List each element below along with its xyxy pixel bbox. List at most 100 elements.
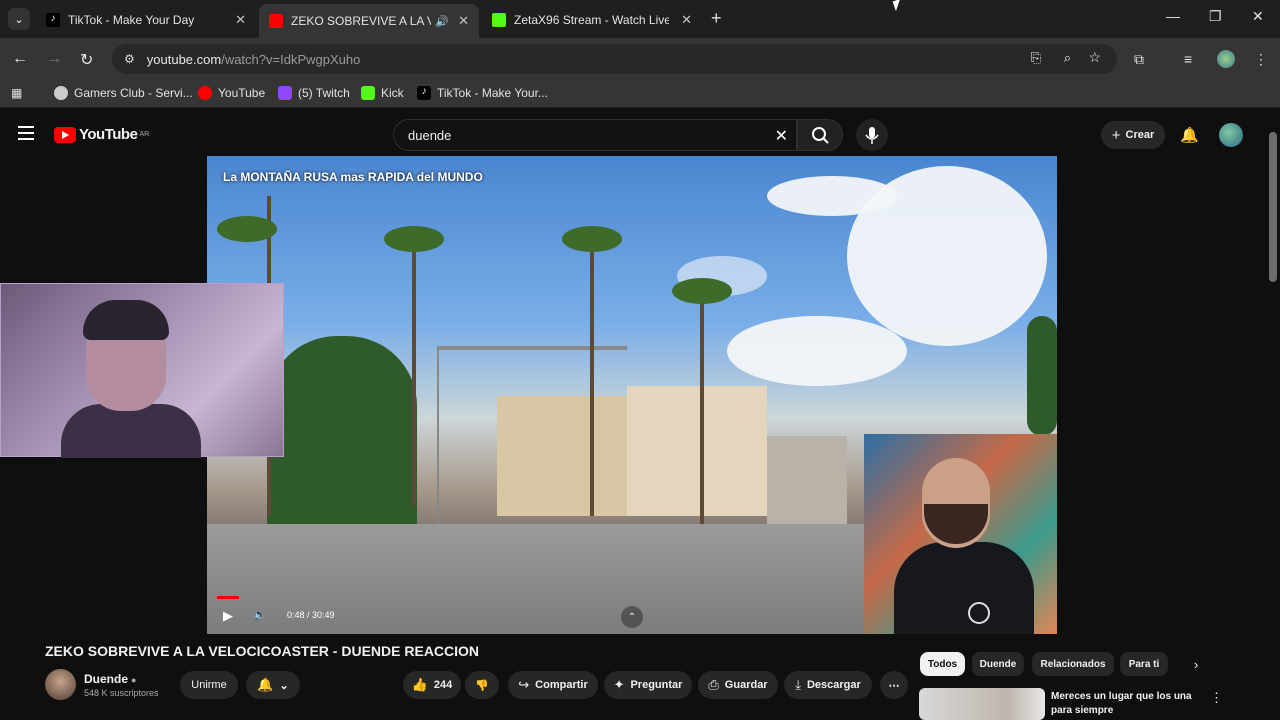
kick-icon (492, 12, 506, 27)
chip-label: Relacionados (1040, 658, 1106, 670)
scrollbar-thumb[interactable] (1269, 132, 1277, 282)
subscription-bell-button[interactable]: 🔔 ⌄ (246, 671, 300, 699)
chip-related[interactable]: Relacionados (1032, 652, 1114, 676)
tab-title: ZEKO SOBREVIVE A LA VELO (291, 14, 431, 28)
forward-icon[interactable]: → (46, 50, 62, 68)
bell-icon: 🔔 (257, 677, 274, 692)
bookmark-kick[interactable]: Kick (361, 86, 404, 100)
youtube-play-logo-icon (54, 126, 76, 143)
progress-bar[interactable] (217, 596, 239, 599)
site-info-icon[interactable]: ⚙ (124, 52, 135, 66)
plus-icon: + (1111, 126, 1121, 144)
bookmark-star-icon[interactable]: ☆ (1088, 49, 1101, 66)
chevron-right-icon[interactable]: › (1194, 657, 1198, 672)
profile-avatar-icon[interactable] (1217, 50, 1235, 68)
close-window-icon[interactable]: ✕ (1252, 8, 1264, 25)
ask-button[interactable]: ✦ Preguntar (604, 671, 692, 699)
tab-youtube-video[interactable]: ZEKO SOBREVIVE A LA VELO 🔊 ✕ (259, 4, 479, 38)
install-app-icon[interactable]: ⎘ (1031, 50, 1041, 66)
zoom-icon[interactable]: ⌕ (1064, 50, 1071, 66)
youtube-icon (269, 14, 283, 28)
bookmark-label: TikTok - Make Your... (437, 86, 548, 100)
address-bar[interactable]: ⚙ youtube.com/watch?v=IdkPwgpXuho ⎘ ⌕ ☆ (112, 44, 1117, 74)
logo-text: YouTube (79, 126, 138, 143)
tab-tiktok[interactable]: ♪ TikTok - Make Your Day ✕ (36, 5, 256, 34)
restore-icon[interactable]: ❐ (1209, 8, 1222, 25)
download-label: Descargar (806, 679, 861, 691)
gamersclub-icon (54, 86, 68, 100)
bookmark-icon: ⎙ (708, 677, 719, 692)
channel-avatar[interactable] (45, 669, 76, 700)
notifications-bell-icon[interactable]: 🔔 (1180, 126, 1199, 144)
ask-label: Preguntar (630, 679, 683, 691)
join-button[interactable]: Unirme (180, 671, 238, 699)
bookmark-youtube[interactable]: YouTube (198, 86, 265, 100)
recommendation-thumbnail[interactable] (919, 688, 1045, 720)
create-label: Crear (1125, 129, 1155, 141)
building-shape (767, 436, 847, 526)
recommendation-title[interactable]: Mereces un lugar que los una para siempr… (1051, 690, 1201, 718)
more-vertical-icon[interactable]: ⋮ (1210, 690, 1223, 706)
back-icon[interactable]: ← (12, 50, 28, 68)
tab-kick-stream[interactable]: ZetaX96 Stream - Watch Live or ✕ (482, 5, 702, 34)
reactor-webcam (864, 434, 1057, 634)
tiktok-icon: ♪ (417, 86, 431, 100)
apps-grid-icon[interactable]: ▦ (11, 86, 22, 100)
headset-shape (83, 300, 169, 340)
bookmark-gamersclub[interactable]: Gamers Club - Servi... (54, 86, 193, 100)
new-tab-icon[interactable]: + (711, 8, 722, 29)
share-icon: ↪ (518, 677, 530, 692)
browser-toolbar: ← → ↻ ⚙ youtube.com/watch?v=IdkPwgpXuho … (0, 38, 1280, 80)
tab-search-button[interactable]: ⌄ (8, 8, 30, 30)
search-input[interactable]: duende ✕ (393, 119, 797, 151)
palm-leaves (672, 278, 732, 304)
cloud-shape (847, 166, 1047, 346)
speaker-icon[interactable]: 🔊 (435, 15, 449, 28)
channel-name: Duende (84, 672, 129, 686)
bookmark-label: Kick (381, 86, 404, 100)
voice-search-button[interactable] (856, 119, 888, 151)
reload-icon[interactable]: ↻ (80, 50, 93, 70)
close-icon[interactable]: ✕ (681, 12, 692, 28)
building-shape (497, 396, 647, 516)
media-controls-icon[interactable]: ≡ (1184, 51, 1192, 67)
share-label: Compartir (535, 679, 588, 691)
dislike-button[interactable]: 👎 (465, 671, 499, 699)
chip-duende[interactable]: Duende (972, 652, 1024, 676)
account-avatar[interactable] (1219, 123, 1243, 147)
verified-icon: ● (131, 675, 137, 685)
create-button[interactable]: + Crear (1101, 121, 1165, 149)
save-button[interactable]: ⎙ Guardar (698, 671, 778, 699)
close-icon[interactable]: ✕ (458, 13, 469, 29)
person-shape (894, 542, 1034, 634)
palm-trunk (700, 296, 704, 526)
more-actions-button[interactable]: ⋯ (880, 671, 908, 699)
guide-menu-icon[interactable] (18, 126, 34, 144)
chevron-up-icon[interactable]: ⌃ (621, 606, 643, 628)
browser-menu-icon[interactable]: ⋮ (1254, 51, 1268, 68)
channel-name-link[interactable]: Duende ● (84, 672, 136, 686)
bookmark-tiktok[interactable]: ♪ TikTok - Make Your... (417, 86, 548, 100)
url-host: youtube.com (146, 51, 222, 67)
share-button[interactable]: ↪ Compartir (508, 671, 598, 699)
youtube-logo[interactable]: YouTube AR (54, 126, 149, 143)
close-icon[interactable]: ✕ (235, 12, 246, 28)
palm-leaves (384, 226, 444, 252)
clear-search-icon[interactable]: ✕ (775, 126, 788, 146)
palm-leaves (217, 216, 277, 242)
like-button[interactable]: 👍 244 (403, 671, 461, 699)
extensions-icon[interactable]: ⧉ (1134, 51, 1144, 68)
play-icon[interactable]: ▶ (223, 608, 233, 624)
download-button[interactable]: ⤓ Descargar (784, 671, 872, 699)
chip-all[interactable]: Todos (920, 652, 965, 676)
minimize-icon[interactable]: — (1166, 8, 1180, 24)
bookmark-twitch[interactable]: (5) Twitch (278, 86, 350, 100)
search-button[interactable] (797, 119, 843, 151)
video-title: ZEKO SOBREVIVE A LA VELOCICOASTER - DUEN… (45, 643, 480, 659)
volume-icon[interactable]: 🔈 (253, 608, 267, 621)
chip-for-you[interactable]: Para ti (1120, 652, 1168, 676)
shirt-logo-icon (968, 602, 990, 624)
page-scrollbar[interactable] (1266, 114, 1280, 720)
region-code: AR (139, 131, 150, 138)
chip-label: Duende (979, 658, 1017, 670)
